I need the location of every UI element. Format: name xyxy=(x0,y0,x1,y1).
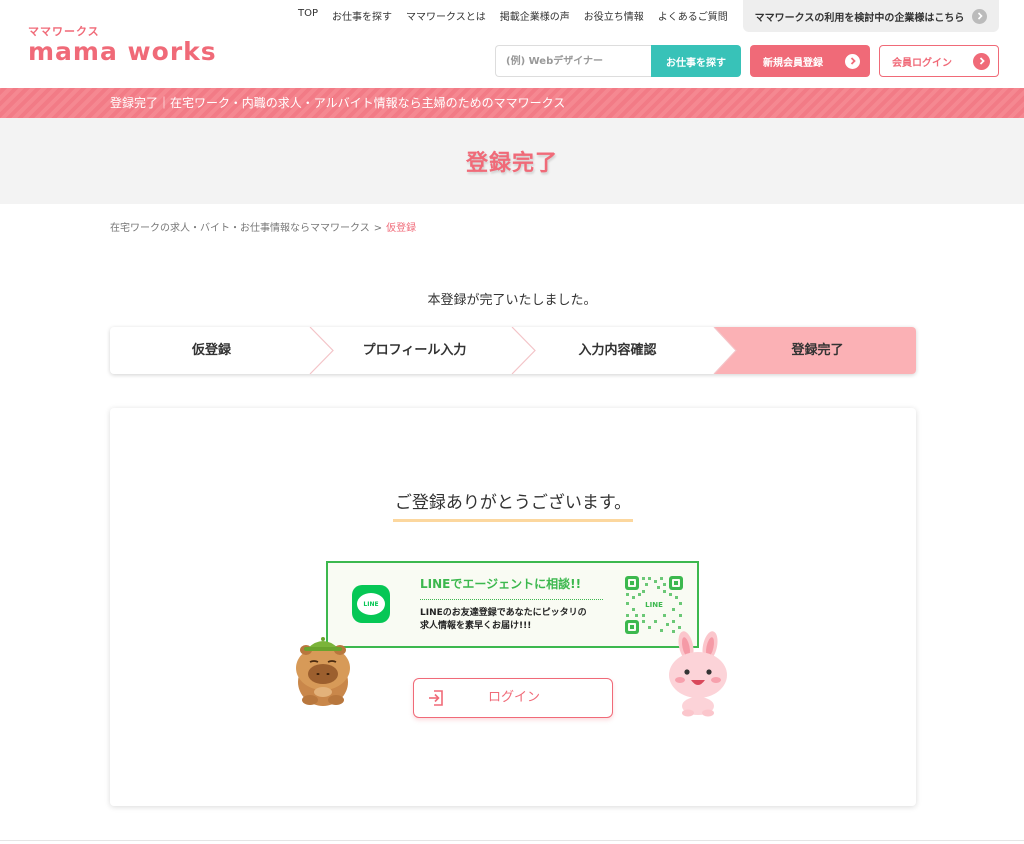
thanks-heading: ご登録ありがとうございます。 xyxy=(392,488,634,522)
qr-code-icon: LINE xyxy=(624,575,684,635)
breadcrumb-current: 仮登録 xyxy=(386,223,417,234)
page-banner: 登録完了｜在宅ワーク・内職の求人・アルバイト情報なら主婦のためのママワークス xyxy=(0,88,1024,118)
login-button-label: ログイン xyxy=(487,690,540,705)
member-login-label: 会員ログイン xyxy=(892,57,952,69)
line-logo-bubble: LINE xyxy=(357,593,385,615)
page-title: 登録完了 xyxy=(465,151,558,176)
thanks-heading-wrap: ご登録ありがとうございます。 xyxy=(110,488,916,522)
line-banner-headline: LINEでエージェントに相談!! xyxy=(420,577,582,591)
nav-item-useful-info[interactable]: お役立ち情報 xyxy=(584,8,644,23)
site-header: ママワークス mama works TOP お仕事を探す ママワークスとは 掲載… xyxy=(0,0,1024,88)
step-confirm: 入力内容確認 xyxy=(578,343,657,358)
login-button[interactable]: ログイン xyxy=(413,678,613,718)
footer-divider xyxy=(0,840,1024,841)
capybara-mascot-icon xyxy=(296,637,350,706)
chevron-right-icon xyxy=(972,8,988,24)
breadcrumb: 在宅ワークの求人・バイト・お仕事情報ならママワークス > 仮登録 xyxy=(110,219,416,234)
chevron-right-icon xyxy=(845,53,860,69)
step-provisional: 仮登録 xyxy=(191,343,231,358)
line-banner-divider xyxy=(420,599,603,600)
nav-item-faq[interactable]: よくあるご質問 xyxy=(658,8,728,23)
corporate-link-label: ママワークスの利用を検討中の企業様はこちら xyxy=(754,12,965,24)
nav-item-about[interactable]: ママワークスとは xyxy=(406,8,486,23)
line-agent-banner[interactable]: LINE LINEでエージェントに相談!! LINEのお友達登録であなたにピッタ… xyxy=(326,561,699,648)
register-button-label: 新規会員登録 xyxy=(763,57,823,69)
line-desc-line2: 求人情報を素早くお届け!!! xyxy=(420,621,532,631)
line-banner-description: LINEのお友達登録であなたにピッタリの 求人情報を素早くお届け!!! xyxy=(420,607,587,633)
job-search: お仕事を探す xyxy=(495,45,741,77)
logo-main: mama works xyxy=(28,37,217,66)
chevron-right-icon xyxy=(973,52,990,70)
completion-card: ご登録ありがとうございます。 LINE LINEでエージェントに相談!! LIN… xyxy=(110,408,916,806)
nav-item-voices[interactable]: 掲載企業様の声 xyxy=(500,8,570,23)
breadcrumb-home[interactable]: 在宅ワークの求人・バイト・お仕事情報ならママワークス xyxy=(110,223,370,234)
line-desc-line1: LINEのお友達登録であなたにピッタリの xyxy=(420,608,587,618)
nav-item-search-jobs[interactable]: お仕事を探す xyxy=(332,8,392,23)
job-search-button[interactable]: お仕事を探す xyxy=(651,45,741,77)
job-search-input[interactable] xyxy=(495,45,651,77)
registration-steps: 仮登録 プロフィール入力 入力内容確認 登録完了 xyxy=(110,327,916,374)
rabbit-mascot-icon xyxy=(669,631,727,717)
title-band: 登録完了 xyxy=(0,118,1024,204)
step-profile: プロフィール入力 xyxy=(362,343,467,358)
corporate-link[interactable]: ママワークスの利用を検討中の企業様はこちら xyxy=(743,0,999,32)
register-button[interactable]: 新規会員登録 xyxy=(750,45,870,77)
top-nav: TOP お仕事を探す ママワークスとは 掲載企業様の声 お役立ち情報 よくあるご… xyxy=(298,8,728,23)
complete-message: 本登録が完了いたしました。 xyxy=(427,293,597,308)
qr-label: LINE xyxy=(645,601,663,609)
site-logo[interactable]: ママワークス mama works xyxy=(28,26,217,66)
nav-item-top[interactable]: TOP xyxy=(298,8,318,23)
line-logo-text: LINE xyxy=(363,600,379,608)
member-login-button[interactable]: 会員ログイン xyxy=(879,45,999,77)
line-logo-icon: LINE xyxy=(352,585,390,623)
page-banner-text: 登録完了｜在宅ワーク・内職の求人・アルバイト情報なら主婦のためのママワークス xyxy=(110,96,566,110)
step-complete: 登録完了 xyxy=(791,343,844,358)
breadcrumb-separator: > xyxy=(373,223,383,234)
